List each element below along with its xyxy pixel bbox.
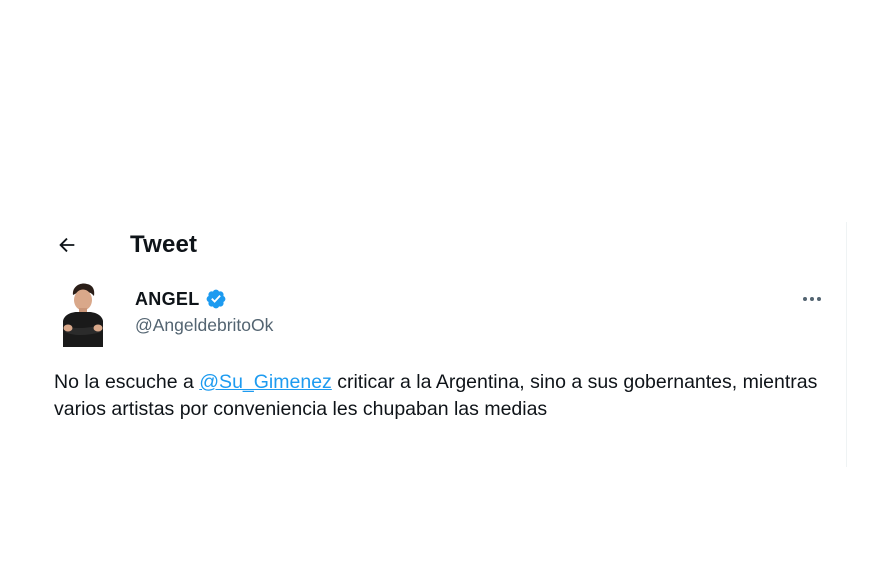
back-button[interactable] [48, 226, 86, 264]
arrow-left-icon [56, 234, 78, 256]
tweet-text-part: No la escuche a [54, 371, 200, 393]
column-divider [846, 222, 847, 467]
mention-link[interactable]: @Su_Gimenez [199, 371, 332, 393]
tweet-header: Tweet [48, 222, 838, 268]
tweet-text: No la escuche a @Su_Gimenez criticar a l… [54, 369, 834, 423]
author-handle[interactable]: @AngeldebritoOk [135, 315, 273, 336]
more-horizontal-icon [801, 295, 823, 303]
page-title: Tweet [130, 231, 198, 258]
verified-badge-icon [205, 288, 227, 310]
more-options-button[interactable] [797, 287, 827, 311]
author-display-name[interactable]: ANGEL [135, 289, 200, 310]
tweet-author[interactable]: ANGEL @AngeldebritoOk [135, 286, 273, 336]
avatar[interactable] [55, 281, 111, 349]
